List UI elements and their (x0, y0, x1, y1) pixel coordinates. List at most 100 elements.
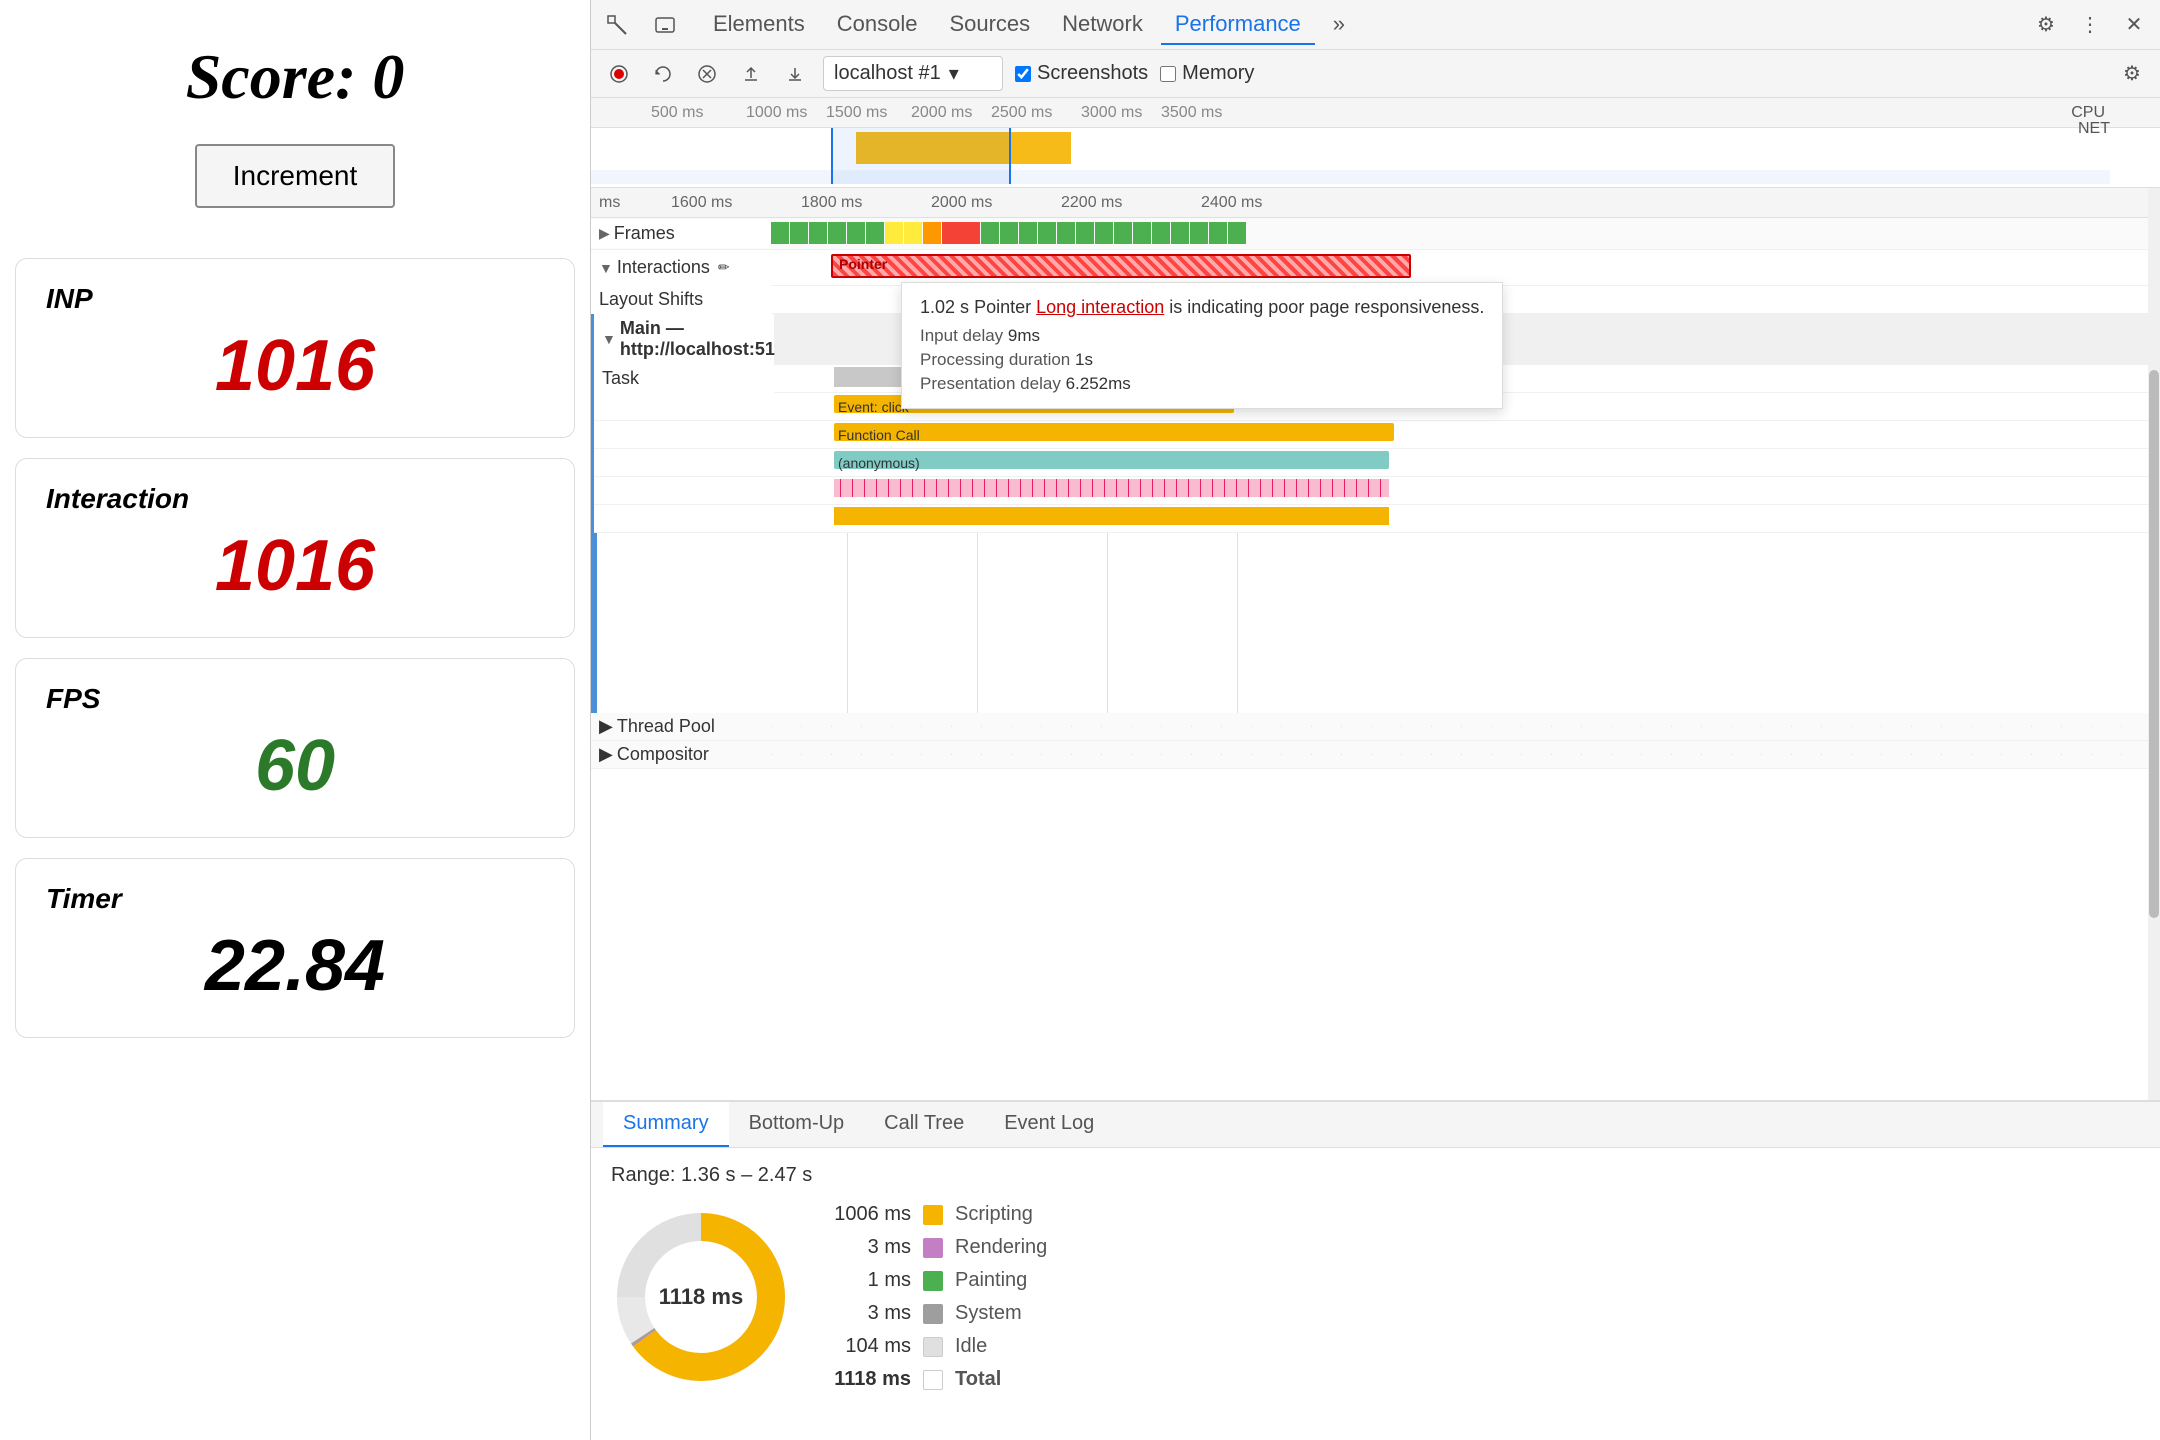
function-call-text: Function Call (838, 427, 920, 443)
tab-more[interactable]: » (1319, 5, 1359, 45)
tab-call-tree[interactable]: Call Tree (864, 1102, 984, 1147)
legend-total: 1118 ms Total (831, 1368, 1047, 1391)
thread-pool-arrow[interactable]: ▶ (599, 716, 613, 737)
tick-4 (1237, 533, 1238, 713)
settings-icon[interactable]: ⚙ (2032, 11, 2060, 39)
toolbar-settings-icon[interactable]: ⚙ (2116, 58, 2148, 90)
legend-system: 3 ms System (831, 1302, 1047, 1325)
anonymous-text: (anonymous) (838, 455, 920, 471)
interactions-text: Interactions (617, 257, 710, 278)
legend-scripting-name: Scripting (955, 1203, 1033, 1226)
time-2400: 2400 ms (1201, 194, 1262, 212)
frames-arrow[interactable]: ▶ (599, 225, 610, 242)
tab-sources[interactable]: Sources (935, 5, 1044, 45)
compositor-arrow[interactable]: ▶ (599, 744, 613, 765)
left-panel: Score: 0 Increment INP 1016 Interaction … (0, 0, 590, 1440)
device-icon[interactable] (651, 11, 679, 39)
timeline-ruler: ms 1600 ms 1800 ms 2000 ms 2200 ms 2400 … (591, 188, 2160, 218)
legend-system-name: System (955, 1302, 1022, 1325)
time-1600: 1600 ms (671, 194, 732, 212)
main-label[interactable]: ▼ Main — http://localhost:51 (594, 314, 774, 364)
record-button[interactable] (603, 58, 635, 90)
pink-row (594, 477, 2160, 505)
compositor-text: Compositor (617, 744, 709, 765)
legend-painting-value: 1 ms (831, 1269, 911, 1292)
screenshots-checkbox[interactable] (1015, 66, 1031, 82)
selection-region[interactable] (831, 128, 1011, 184)
anonymous-block[interactable]: (anonymous) (834, 451, 1389, 469)
fps-card: FPS 60 (15, 658, 575, 838)
interactions-arrow[interactable]: ▼ (599, 260, 613, 276)
timeline-overview[interactable]: 500 ms 1000 ms 1500 ms 2000 ms 2500 ms 3… (591, 98, 2160, 188)
anonymous-label-cell (594, 459, 774, 467)
screenshots-label: Screenshots (1037, 62, 1148, 85)
devtools-toolbar: localhost #1 ▾ Screenshots Memory ⚙ (591, 50, 2160, 98)
clear-button[interactable] (691, 58, 723, 90)
function-call-block[interactable]: Function Call (834, 423, 1394, 441)
fps-label: FPS (46, 683, 544, 715)
more-icon[interactable]: ⋮ (2076, 11, 2104, 39)
legend-total-name: Total (955, 1368, 1001, 1391)
thread-pool-text: Thread Pool (617, 716, 715, 737)
tab-network[interactable]: Network (1048, 5, 1157, 45)
pointer-interaction-bar[interactable]: Pointer (831, 254, 1411, 278)
tooltip-pres-val: 6.252ms (1066, 374, 1131, 393)
tooltip-suffix: is indicating poor page responsiveness. (1169, 297, 1484, 317)
anonymous-content: (anonymous) (774, 449, 2160, 477)
function-call-content: Function Call (774, 421, 2160, 449)
bottom-tabs: Summary Bottom-Up Call Tree Event Log (591, 1102, 2160, 1148)
memory-checkbox[interactable] (1160, 66, 1176, 82)
summary-layout: 1118 ms 1006 ms Scripting 3 ms Rendering (611, 1203, 2140, 1391)
tab-performance[interactable]: Performance (1161, 5, 1315, 45)
tab-event-log[interactable]: Event Log (984, 1102, 1114, 1147)
devtools-panel: Elements Console Sources Network Perform… (590, 0, 2160, 1440)
layout-shifts-label[interactable]: Layout Shifts (591, 285, 771, 314)
layout-shifts-text: Layout Shifts (599, 289, 703, 310)
event-click-text: Event: click (838, 399, 909, 415)
tab-bottom-up[interactable]: Bottom-Up (729, 1102, 865, 1147)
scrollbar-thumb[interactable] (2149, 370, 2159, 917)
download-button[interactable] (779, 58, 811, 90)
tab-console[interactable]: Console (823, 5, 932, 45)
increment-button[interactable]: Increment (195, 144, 396, 208)
interactions-track-row[interactable]: ▼ Interactions ✏ Pointer 1.02 s Point (591, 250, 2160, 286)
upload-button[interactable] (735, 58, 767, 90)
tick-2 (977, 533, 978, 713)
ruler-2000: 2000 ms (911, 104, 972, 122)
main-text: Main — http://localhost:51 (620, 318, 775, 360)
ruler-3000: 3000 ms (1081, 104, 1142, 122)
legend-scripting-value: 1006 ms (831, 1203, 911, 1226)
compositor-label[interactable]: ▶ Compositor (591, 740, 771, 769)
ruler-1500: 1500 ms (826, 104, 887, 122)
fps-value: 60 (46, 725, 544, 807)
yellow-label-cell (594, 515, 774, 523)
reload-button[interactable] (647, 58, 679, 90)
inspect-icon[interactable] (603, 11, 631, 39)
thread-pool-row[interactable]: ▶ Thread Pool (591, 713, 2160, 741)
interactions-content: Pointer 1.02 s Pointer Long interaction … (771, 250, 2160, 285)
frames-text: Frames (614, 223, 675, 244)
url-dropdown-icon[interactable]: ▾ (949, 61, 959, 86)
url-bar[interactable]: localhost #1 ▾ (823, 56, 1003, 91)
screenshots-toggle[interactable]: Screenshots (1015, 62, 1148, 85)
timeline-tracks[interactable]: ▶ Frames (591, 218, 2160, 1100)
timeline-scrollbar[interactable] (2148, 188, 2160, 1100)
close-icon[interactable]: ✕ (2120, 11, 2148, 39)
inp-card: INP 1016 (15, 258, 575, 438)
cpu-bg-bar (591, 170, 2110, 184)
tab-elements[interactable]: Elements (699, 5, 819, 45)
tooltip-proc-label: Processing duration (920, 350, 1070, 369)
compositor-row[interactable]: ▶ Compositor (591, 741, 2160, 769)
ruler-1000: 1000 ms (746, 104, 807, 122)
thread-pool-label[interactable]: ▶ Thread Pool (591, 712, 771, 741)
pink-block (834, 479, 1389, 497)
frames-label[interactable]: ▶ Frames (591, 219, 771, 248)
memory-toggle[interactable]: Memory (1160, 62, 1254, 85)
devtools-header: Elements Console Sources Network Perform… (591, 0, 2160, 50)
tooltip-link[interactable]: Long interaction (1036, 297, 1164, 317)
main-arrow[interactable]: ▼ (602, 331, 616, 347)
score-title: Score: 0 (186, 40, 405, 114)
interactions-label[interactable]: ▼ Interactions ✏ (591, 253, 771, 282)
tab-summary[interactable]: Summary (603, 1102, 729, 1147)
pink-label-cell (594, 487, 774, 495)
